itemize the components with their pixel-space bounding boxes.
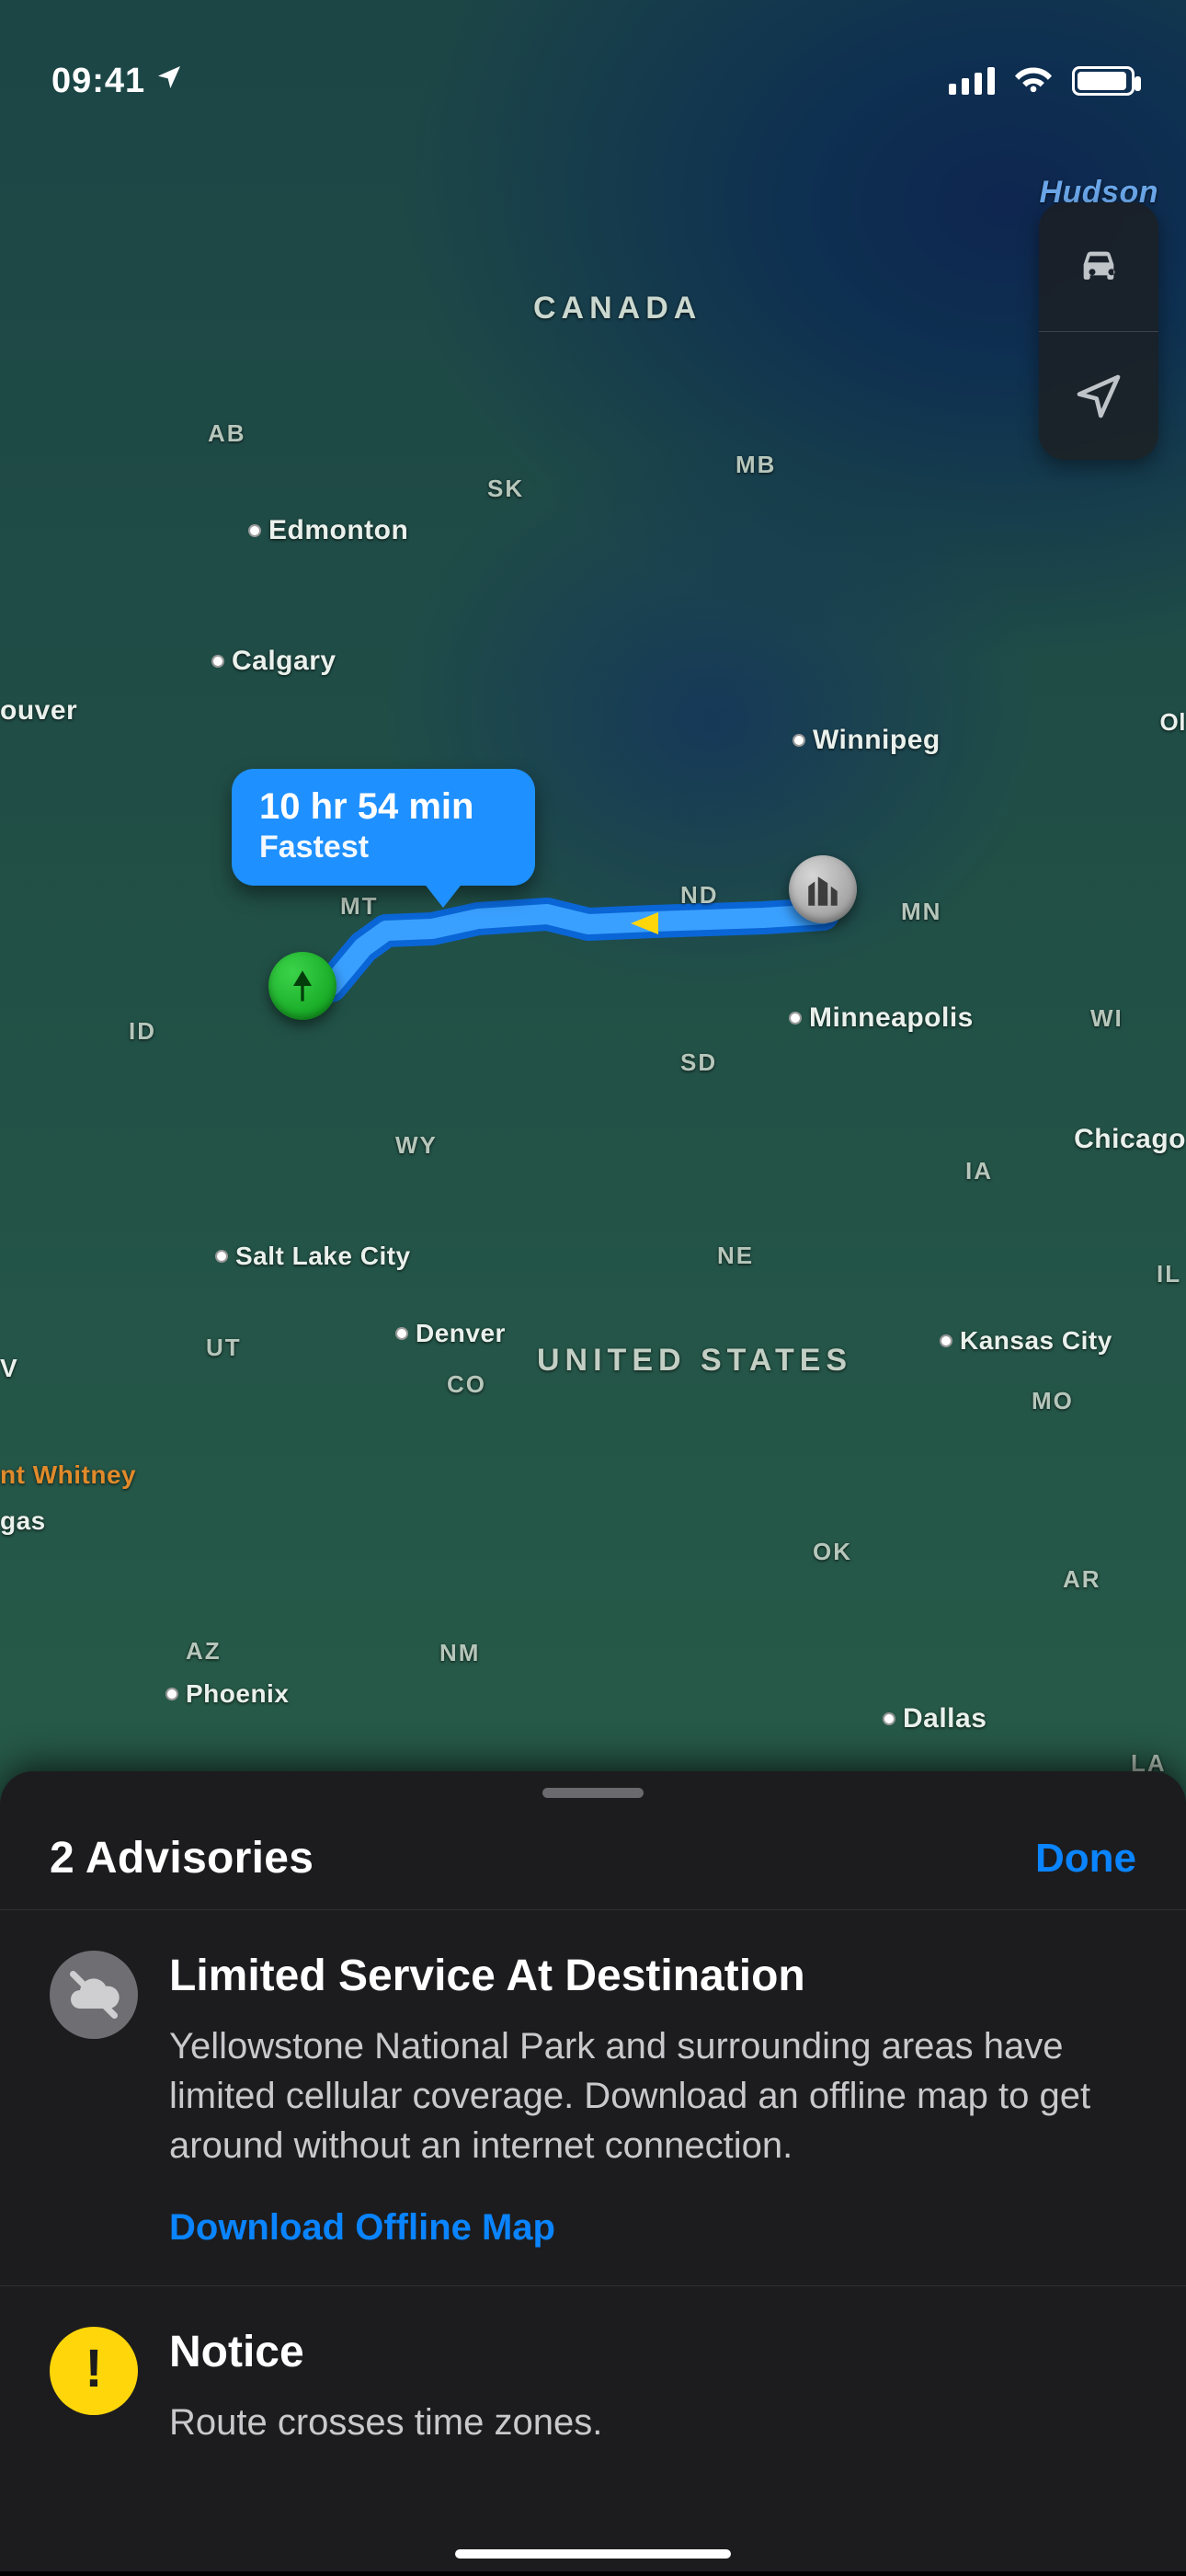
state-mn: MN [901, 898, 941, 926]
city-kc: Kansas City [940, 1326, 1112, 1356]
city-edmonton: Edmonton [248, 515, 408, 546]
state-il: IL [1157, 1260, 1181, 1288]
route-tag: Fastest [259, 830, 507, 865]
state-wi: WI [1090, 1004, 1123, 1033]
sheet-title: 2 Advisories [50, 1833, 314, 1883]
status-clock: 09:41 [51, 62, 184, 101]
destination-pin[interactable] [268, 952, 336, 1020]
city-dallas: Dallas [883, 1703, 986, 1735]
state-ne: NE [717, 1242, 754, 1270]
poi-v: V [0, 1354, 17, 1383]
battery-icon [1072, 66, 1135, 96]
city-vancouver: ouver [0, 695, 77, 727]
advisory-title: Notice [169, 2327, 602, 2377]
province-ab: AB [208, 419, 246, 448]
status-bar: 09:41 [0, 53, 1186, 109]
state-nm: NM [439, 1639, 480, 1667]
state-mt: MT [340, 892, 379, 921]
province-mb: MB [736, 451, 776, 479]
state-ut: UT [206, 1334, 242, 1362]
poi-whitney: nt Whitney [0, 1460, 136, 1490]
province-sk: SK [487, 475, 524, 503]
advisories-sheet: 2 Advisories Done Limited Service At Des… [0, 1771, 1186, 2571]
advisory-body: Yellowstone National Park and surroundin… [169, 2021, 1135, 2170]
state-co: CO [447, 1370, 486, 1399]
state-ia: IA [965, 1157, 993, 1185]
home-indicator[interactable] [455, 2549, 731, 2559]
origin-pin[interactable] [789, 855, 857, 923]
advisory-item: Limited Service At Destination Yellowsto… [0, 1910, 1186, 2285]
state-mo: MO [1032, 1387, 1074, 1415]
advisory-body: Route crosses time zones. [169, 2398, 602, 2447]
transport-mode-button[interactable] [1039, 202, 1158, 331]
warning-icon: ! [50, 2327, 138, 2415]
route-duration: 10 hr 54 min [259, 787, 507, 826]
route-callout[interactable]: 10 hr 54 min Fastest [232, 769, 535, 886]
advisory-item: ! Notice Route crosses time zones. [0, 2286, 1186, 2456]
city-minneapolis: Minneapolis [789, 1002, 974, 1034]
no-service-icon [50, 1951, 138, 2039]
state-ar: AR [1063, 1565, 1101, 1594]
done-button[interactable]: Done [1035, 1836, 1136, 1882]
city-ol: Ol [1160, 708, 1186, 737]
city-calgary: Calgary [211, 646, 336, 677]
sheet-grabber[interactable] [542, 1788, 644, 1798]
country-label-canada: CANADA [533, 291, 701, 326]
poi-vegas: gas [0, 1506, 46, 1536]
city-slc: Salt Lake City [215, 1242, 411, 1271]
state-nd: ND [680, 881, 719, 910]
advisory-title: Limited Service At Destination [169, 1951, 1135, 2001]
download-offline-map-link[interactable]: Download Offline Map [169, 2207, 555, 2249]
location-services-icon [154, 62, 184, 101]
state-ok: OK [813, 1538, 852, 1566]
status-time-text: 09:41 [51, 62, 145, 101]
country-label-usa: UNITED STATES [537, 1343, 852, 1379]
wifi-icon [1015, 61, 1052, 102]
city-winnipeg: Winnipeg [793, 725, 941, 756]
cellular-signal-icon [949, 67, 995, 95]
state-id: ID [129, 1017, 156, 1046]
state-wy: WY [395, 1131, 438, 1160]
city-chicago: Chicago [1074, 1124, 1186, 1155]
city-phoenix: Phoenix [165, 1679, 289, 1709]
state-az: AZ [186, 1637, 222, 1666]
city-denver: Denver [395, 1319, 506, 1348]
state-sd: SD [680, 1048, 717, 1077]
map-controls [1039, 202, 1158, 460]
recenter-button[interactable] [1039, 331, 1158, 460]
